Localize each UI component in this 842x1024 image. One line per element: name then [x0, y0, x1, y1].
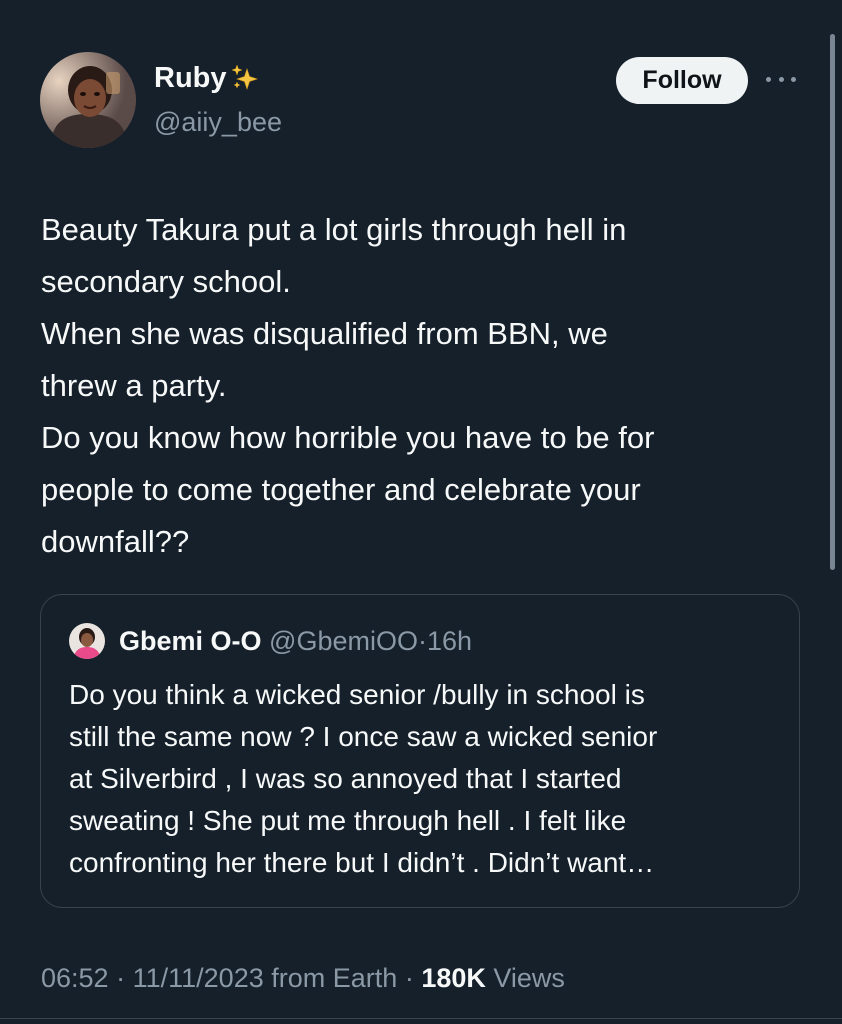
sparkles-icon	[230, 63, 260, 93]
quoted-tweet-time: 16h	[426, 626, 473, 656]
divider	[0, 1018, 842, 1019]
tweet-source: from Earth	[271, 963, 398, 993]
scrollbar[interactable]	[830, 34, 835, 570]
quoted-author-avatar[interactable]	[69, 623, 105, 659]
author-handle[interactable]: @aiiy_bee	[154, 104, 282, 140]
meta-separator: ·	[404, 963, 414, 993]
tweet-text: Beauty Takura put a lot girls through he…	[41, 204, 801, 568]
quoted-tweet-line: sweating ! She put me through hell . I f…	[69, 805, 627, 836]
tweet-meta-footer: 06:52 · 11/11/2023 from Earth · 180K Vie…	[41, 958, 565, 998]
meta-separator: ·	[116, 963, 126, 993]
tweet-line: Do you know how horrible you have to be …	[41, 420, 655, 455]
tweet-line: people to come together and celebrate yo…	[41, 472, 641, 507]
quoted-tweet-card[interactable]: Gbemi O-O @GbemiOO·16h Do you think a wi…	[40, 594, 800, 908]
author-avatar[interactable]	[40, 52, 136, 148]
tweet-line: Beauty Takura put a lot girls through he…	[41, 212, 627, 247]
tweet-line: downfall??	[41, 524, 190, 559]
follow-button[interactable]: Follow	[616, 57, 748, 104]
quoted-tweet-line: confronting her there but I didn’t . Did…	[69, 847, 655, 878]
meta-separator: ·	[417, 626, 427, 656]
author-display-name[interactable]: Ruby	[154, 60, 260, 96]
quoted-tweet-text: Do you think a wicked senior /bully in s…	[69, 674, 789, 884]
quoted-author-handle: @GbemiOO	[269, 626, 418, 656]
views-label[interactable]: Views	[493, 963, 565, 993]
tweet-date[interactable]: 11/11/2023	[133, 963, 264, 993]
tweet-time[interactable]: 06:52	[41, 963, 109, 993]
views-count[interactable]: 180K	[421, 963, 486, 993]
tweet-line: When she was disqualified from BBN, we	[41, 316, 608, 351]
quoted-tweet-header: Gbemi O-O @GbemiOO·16h	[119, 624, 472, 658]
quoted-author-name: Gbemi O-O	[119, 626, 262, 656]
tweet-line: threw a party.	[41, 368, 227, 403]
quoted-tweet-line: still the same now ? I once saw a wicked…	[69, 721, 658, 752]
quoted-tweet-line: Do you think a wicked senior /bully in s…	[69, 679, 645, 710]
author-name-text: Ruby	[154, 62, 227, 94]
quoted-tweet-line: at Silverbird , I was so annoyed that I …	[69, 763, 622, 794]
more-horizontal-icon[interactable]	[766, 72, 796, 86]
tweet-line: secondary school.	[41, 264, 291, 299]
